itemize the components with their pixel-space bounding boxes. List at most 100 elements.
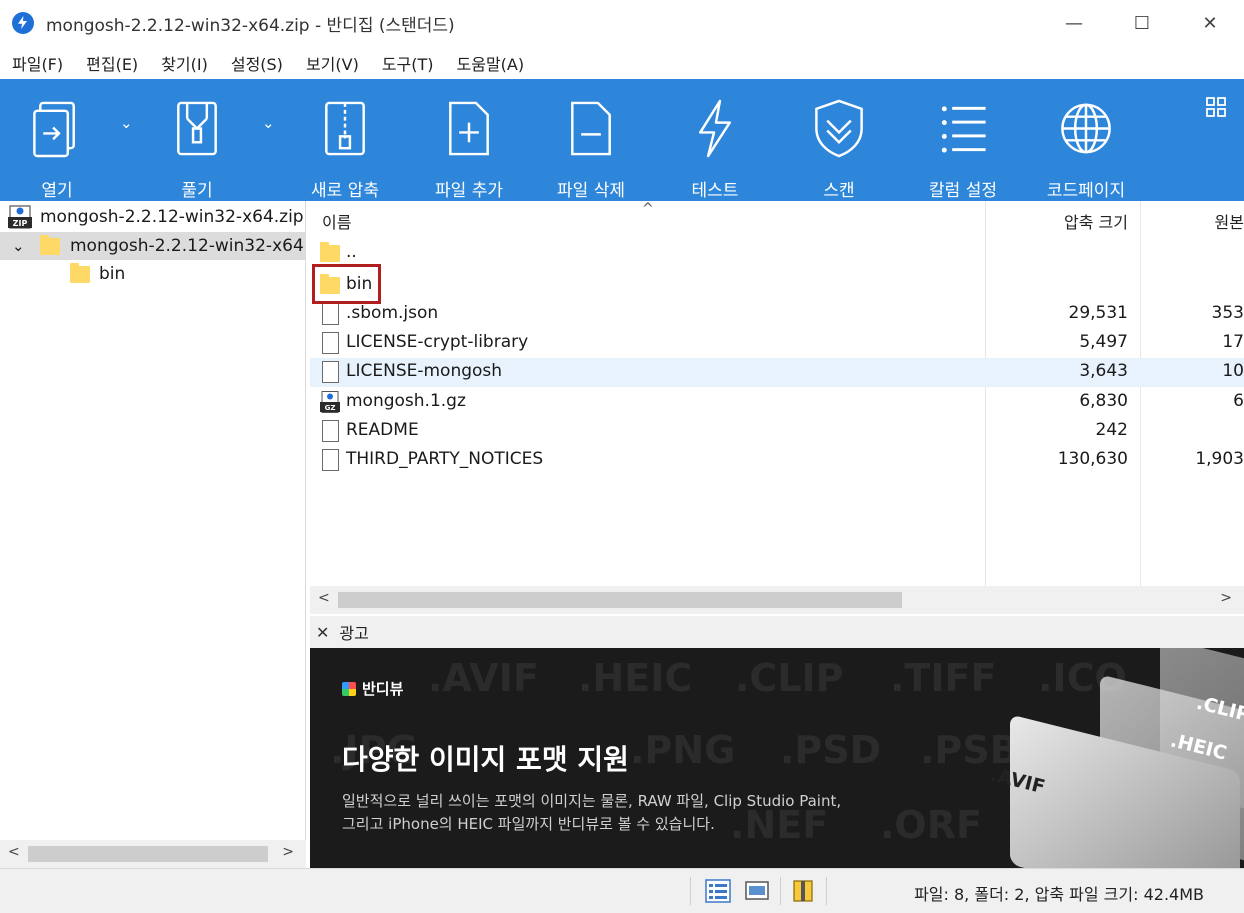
scroll-right-icon[interactable]: >	[282, 844, 294, 860]
ad-bg-word: .HEIC	[578, 656, 693, 700]
test-button[interactable]: 테스트	[680, 79, 750, 201]
lightning-icon	[699, 99, 731, 158]
scrollbar-thumb[interactable]	[338, 592, 902, 608]
expand-chevron-icon[interactable]: ⌄	[12, 237, 30, 255]
original-size: 17	[1222, 332, 1244, 352]
compressed-size: 6,830	[1079, 391, 1128, 411]
sort-ascending-icon: ^	[642, 201, 654, 217]
archive-info-icon[interactable]	[790, 879, 816, 903]
extract-label: 풀기	[181, 181, 213, 201]
status-divider	[826, 877, 827, 905]
open-archive-icon	[33, 101, 75, 158]
close-ad-icon[interactable]: ✕	[316, 623, 329, 642]
file-row-bin[interactable]: bin	[310, 271, 1244, 300]
open-label: 열기	[41, 181, 73, 201]
close-button[interactable]: ✕	[1176, 0, 1244, 46]
scrollbar-thumb[interactable]	[28, 846, 268, 862]
extract-zip-icon	[177, 101, 217, 156]
tree-item-bin[interactable]: bin	[0, 260, 306, 288]
scroll-right-icon[interactable]: >	[1220, 590, 1232, 606]
column-header-compressed[interactable]: 압축 크기	[986, 201, 1128, 241]
status-divider	[690, 877, 691, 905]
ad-label: 광고	[339, 624, 369, 643]
scan-label: 스캔	[823, 181, 855, 201]
open-button[interactable]: 열기	[26, 79, 88, 201]
window-title: mongosh-2.2.12-win32-x64.zip - 반디집 (스탠더드…	[46, 15, 455, 36]
tree-item-root-folder[interactable]: ⌄ mongosh-2.2.12-win32-x64	[0, 232, 306, 260]
test-label: 테스트	[691, 181, 739, 201]
ad-bg-word: .PSD	[780, 728, 882, 772]
original-size: 10	[1222, 361, 1244, 381]
document-icon	[320, 449, 340, 471]
ad-description: 일반적으로 널리 쓰이는 포맷의 이미지는 물론, RAW 파일, Clip S…	[342, 790, 942, 836]
menu-find[interactable]: 찾기(I)	[161, 51, 208, 75]
tree-item-root-folder-label: mongosh-2.2.12-win32-x64	[70, 236, 304, 256]
file-row[interactable]: LICENSE-crypt-library 5,497 17	[310, 329, 1244, 358]
ad-brand-name: 반디뷰	[362, 680, 404, 698]
ad-banner[interactable]: .AVIF .HEIC .CLIP .TIFF .ICO .JPG .PNG .…	[310, 648, 1244, 868]
file-row[interactable]: README 242	[310, 417, 1244, 446]
menu-edit[interactable]: 편집(E)	[86, 51, 138, 75]
menu-help[interactable]: 도움말(A)	[457, 51, 525, 75]
tree-item-archive[interactable]: ZIP mongosh-2.2.12-win32-x64.zip	[0, 203, 306, 231]
compressed-size: 130,630	[1057, 449, 1128, 469]
ad-format-cards: .CLIP .HEIC .AVIF	[950, 648, 1244, 868]
globe-icon	[1061, 103, 1111, 154]
ad-bg-word: .AVIF	[428, 656, 539, 700]
delete-files-button[interactable]: 파일 삭제	[546, 79, 636, 201]
column-header-original[interactable]: 원본	[1156, 201, 1244, 241]
folder-icon	[320, 242, 340, 264]
bin-folder-highlight	[312, 264, 381, 304]
preview-view-icon[interactable]	[744, 879, 770, 903]
menu-tools[interactable]: 도구(T)	[382, 51, 434, 75]
file-row-parent[interactable]: ..	[310, 239, 1244, 268]
add-files-label: 파일 추가	[435, 181, 503, 201]
shield-icon	[815, 99, 863, 158]
scan-button[interactable]: 스캔	[804, 79, 874, 201]
status-summary: 파일: 8, 폴더: 2, 압축 파일 크기: 42.4MB	[914, 885, 1204, 904]
file-name: .sbom.json	[346, 303, 439, 323]
scroll-left-icon[interactable]: <	[8, 844, 20, 860]
ad-bg-word: .PNG	[630, 728, 736, 772]
minimize-button[interactable]: —	[1040, 0, 1108, 46]
file-row[interactable]: .sbom.json 29,531 353	[310, 300, 1244, 329]
compressed-size: 5,497	[1079, 332, 1128, 352]
tree-item-archive-label: mongosh-2.2.12-win32-x64.zip	[40, 207, 304, 227]
list-horizontal-scrollbar[interactable]: < >	[310, 586, 1244, 614]
folder-icon	[40, 235, 60, 257]
extract-dropdown-icon[interactable]: ⌄	[262, 114, 275, 132]
document-icon	[320, 361, 340, 383]
compressed-size: 29,531	[1068, 303, 1128, 323]
codepage-button[interactable]: 코드페이지	[1036, 79, 1136, 201]
tree-item-bin-label: bin	[99, 264, 126, 284]
delete-files-label: 파일 삭제	[557, 181, 625, 201]
file-row[interactable]: LICENSE-mongosh 3,643 10	[310, 358, 1244, 387]
tree-horizontal-scrollbar[interactable]: < >	[0, 840, 306, 868]
column-header-name[interactable]: 이름	[322, 201, 351, 241]
add-files-button[interactable]: 파일 추가	[424, 79, 514, 201]
document-icon	[320, 303, 340, 325]
details-view-icon[interactable]	[705, 879, 731, 903]
menu-view[interactable]: 보기(V)	[306, 51, 359, 75]
file-name: README	[346, 420, 419, 440]
layout-grid-icon[interactable]	[1206, 97, 1226, 117]
file-row[interactable]: GZ mongosh.1.gz 6,830 6	[310, 388, 1244, 417]
scroll-left-icon[interactable]: <	[318, 590, 330, 606]
delete-file-icon	[571, 101, 611, 156]
new-archive-button[interactable]: 새로 압축	[300, 79, 390, 201]
maximize-button[interactable]: ☐	[1108, 0, 1176, 46]
svg-text:ZIP: ZIP	[13, 219, 28, 228]
menu-file[interactable]: 파일(F)	[12, 51, 63, 75]
file-row[interactable]: THIRD_PARTY_NOTICES 130,630 1,903	[310, 446, 1244, 475]
ad-description-line: 일반적으로 널리 쓰이는 포맷의 이미지는 물론, RAW 파일, Clip S…	[342, 792, 842, 810]
status-bar: 파일: 8, 폴더: 2, 압축 파일 크기: 42.4MB	[0, 868, 1244, 913]
codepage-label: 코드페이지	[1046, 181, 1126, 201]
document-icon	[320, 420, 340, 442]
open-dropdown-icon[interactable]: ⌄	[120, 114, 133, 132]
menu-settings[interactable]: 설정(S)	[231, 51, 283, 75]
compressed-size: 3,643	[1079, 361, 1128, 381]
file-name: LICENSE-crypt-library	[346, 332, 529, 352]
new-archive-icon	[325, 101, 365, 156]
extract-button[interactable]: 풀기	[166, 79, 228, 201]
column-settings-button[interactable]: 칼럼 설정	[918, 79, 1008, 201]
